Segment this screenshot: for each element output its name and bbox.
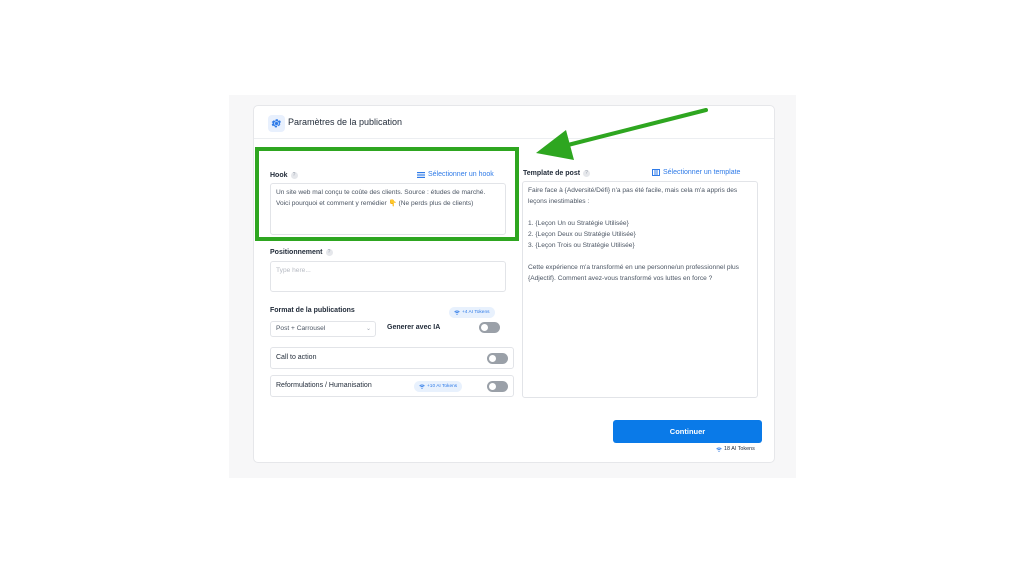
reformulations-tokens-badge: +10 AI Tokens [414,381,463,392]
format-selected-value: Post + Carrousel [276,325,326,332]
gear-icon [268,115,285,132]
template-textarea[interactable]: Faire face à {Adversité/Défi} n'a pas ét… [522,181,758,398]
highlight-box [255,147,519,241]
help-icon[interactable]: ? [583,170,591,177]
wifi-icon [716,447,722,452]
total-tokens: 18 AI Tokens [716,446,755,452]
continue-button[interactable]: Continuer [613,420,762,443]
reformulations-toggle[interactable] [487,381,508,392]
select-template-label: Sélectionner un template [663,169,741,176]
positionnement-label-text: Positionnement [270,249,323,256]
positionnement-input[interactable]: Type here... [270,261,506,292]
wifi-icon [454,310,460,315]
help-icon[interactable]: ? [325,249,333,256]
positionnement-label: Positionnement? [270,249,333,256]
reformulations-row: Reformulations / Humanisation +10 AI Tok… [270,375,514,397]
template-label: Template de post? [523,170,591,177]
select-template-link[interactable]: Sélectionner un template [652,169,740,176]
format-tokens-badge: +4 AI Tokens [449,307,495,318]
wifi-icon [419,384,425,389]
format-select[interactable]: Post + Carrousel ⌄ [270,321,376,337]
reformulations-tokens-text: +10 AI Tokens [427,384,458,389]
template-label-text: Template de post [523,170,581,177]
format-label: Format de la publications [270,307,355,314]
reformulations-label: Reformulations / Humanisation [276,382,372,389]
chevron-down-icon: ⌄ [365,326,371,332]
cta-row: Call to action [270,347,514,369]
cta-label: Call to action [276,354,317,361]
generate-ai-label: Generer avec IA [387,324,441,331]
format-tokens-text: +4 AI Tokens [462,310,490,315]
columns-icon [652,169,660,176]
card-title: Paramètres de la publication [288,117,403,127]
cta-toggle[interactable] [487,353,508,364]
total-tokens-text: 18 AI Tokens [724,446,755,452]
annotation-arrow-icon [536,108,708,160]
generate-ai-toggle[interactable] [479,322,500,333]
